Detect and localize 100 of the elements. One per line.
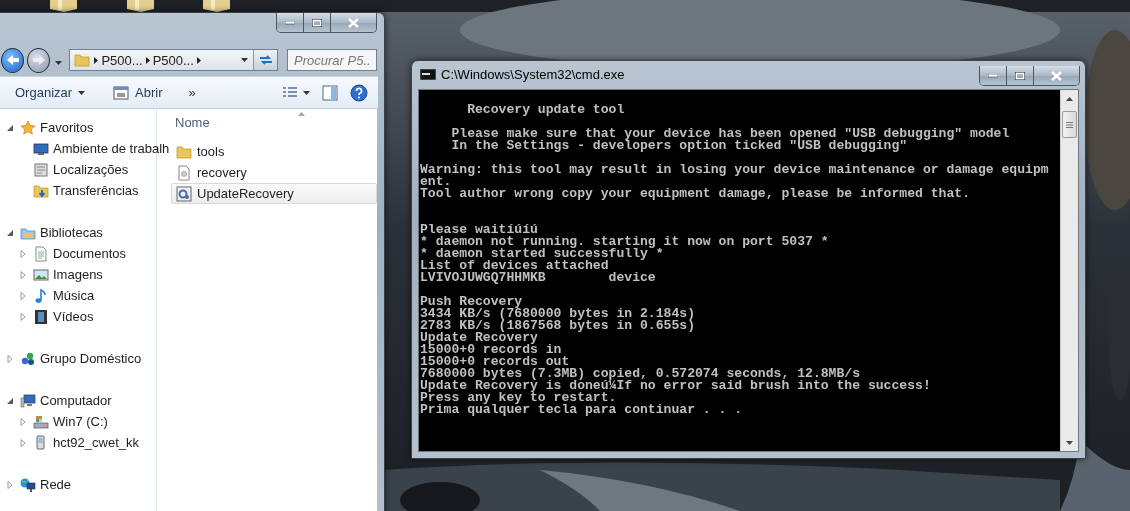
nav-item[interactable]: Música [53, 288, 95, 303]
nav-item[interactable]: Grupo Doméstico [40, 351, 142, 366]
expander-icon[interactable] [6, 123, 14, 132]
file-item[interactable]: tools [171, 141, 377, 162]
caret-icon [241, 58, 248, 62]
console-line: ent. [420, 176, 452, 188]
scrollbar-track[interactable] [1060, 90, 1078, 451]
folder-icon [176, 143, 192, 160]
minimize-icon [285, 20, 295, 25]
expander-icon[interactable] [6, 396, 14, 405]
nav-item[interactable]: Ambiente de trabalh [53, 141, 170, 156]
refresh-button[interactable] [253, 50, 277, 70]
nav-item[interactable]: Localizações [53, 162, 129, 177]
maximize-button[interactable] [1007, 66, 1034, 85]
expander-icon[interactable] [6, 228, 14, 237]
minimize-icon [988, 73, 998, 78]
nav-item[interactable]: Favoritos [40, 120, 94, 135]
file-item[interactable]: recovery [171, 162, 377, 183]
window-title: C:\Windows\System32\cmd.exe [441, 67, 625, 82]
back-button[interactable] [1, 47, 25, 73]
console-line: Recovery update tool [466, 104, 626, 116]
star-icon [20, 119, 36, 136]
folder-icon[interactable] [127, 0, 154, 12]
minimize-button[interactable] [277, 13, 304, 32]
console-line: List of devices attached [420, 260, 609, 272]
orbs-icon [20, 350, 36, 367]
maximize-button[interactable] [304, 13, 331, 32]
down-arrow-icon [1066, 440, 1073, 445]
image-icon [33, 266, 49, 283]
close-icon [1051, 70, 1062, 81]
scrollbar-thumb[interactable] [1062, 111, 1077, 138]
file-item[interactable]: UpdateRecovery [171, 183, 377, 204]
nav-item[interactable]: Rede [40, 477, 72, 492]
folder-icon[interactable] [50, 0, 77, 12]
console-line: Update Recovery is doneú¼If no error said brush into the success! [420, 380, 932, 392]
refresh-icon [258, 54, 273, 66]
folder-icon [74, 52, 91, 68]
caret-icon [78, 90, 86, 95]
caret-icon [55, 60, 63, 65]
grip-icon [1066, 121, 1073, 128]
console-line: Push Recovery [420, 296, 523, 308]
up-arrow-icon [1066, 96, 1073, 101]
forward-button[interactable] [27, 47, 51, 73]
document-icon [33, 245, 49, 262]
console-line: Prima qualquer tecla para continuar . . . [420, 404, 744, 416]
console-line: Tool author wrong copy your equipment damage, please be informed that. [420, 188, 972, 200]
nav-item[interactable]: Transferências [53, 183, 139, 198]
caret-icon [303, 90, 310, 95]
console-line: LVIVOJUWGQ7HHMKB device [420, 272, 657, 284]
breadcrumb-arrow-icon[interactable] [196, 56, 201, 64]
nav-item[interactable]: Computador [40, 393, 112, 408]
gear-file-icon [176, 185, 192, 202]
nav-item[interactable]: Vídeos [53, 309, 94, 324]
minimize-button[interactable] [980, 66, 1007, 85]
breadcrumb[interactable]: P500... [149, 52, 197, 68]
computer-icon [20, 392, 36, 409]
console-line: Warning: this tool may result in losing your device maintenance or damage equipm [420, 164, 1050, 176]
app-window-icon [113, 84, 130, 101]
globe-monitor-icon [20, 476, 36, 493]
more-button[interactable]: » [182, 82, 202, 103]
preview-pane-icon [322, 84, 338, 101]
breadcrumb[interactable]: P500... [98, 52, 146, 68]
window-icon [33, 161, 49, 178]
console-line: 15000+0 records out [420, 356, 570, 368]
console-icon [420, 69, 436, 80]
breadcrumb-arrow-icon[interactable] [94, 56, 99, 64]
folder-icon[interactable] [203, 0, 230, 12]
nav-item[interactable]: Bibliotecas [40, 225, 103, 240]
console-line: 7680000 bytes (7.3MB) copied, 0.572074 seconds, 12.8MB/s [420, 368, 862, 380]
sort-arrow-icon [298, 112, 305, 116]
help-icon [350, 83, 368, 102]
console-line: In the Settings - developers option ticked "USB debugging" [450, 140, 908, 152]
list-view-icon [283, 86, 297, 99]
close-icon [348, 17, 359, 28]
maximize-icon [1015, 71, 1025, 80]
open-button[interactable]: Abrir [107, 81, 169, 104]
console-line: 2783 KB/s (1867568 bytes in 0.655s) [420, 320, 696, 332]
film-icon [33, 308, 49, 325]
column-header[interactable]: Nome [175, 114, 210, 130]
forward-arrow-icon [31, 54, 46, 66]
nav-item[interactable]: hct92_cwet_kk [53, 435, 139, 450]
console-line: 15000+0 records in [420, 344, 562, 356]
nav-item[interactable]: Documentos [53, 246, 126, 261]
console-line: * daemon not running. starting it now on port 5037 * [420, 236, 830, 248]
console-line: * daemon started successfully * [420, 248, 665, 260]
nav-item[interactable]: Imagens [53, 267, 103, 282]
console-line: Press any key to restart. [420, 392, 618, 404]
console-line: 3434 KB/s (7680000 bytes in 2.184s) [420, 308, 696, 320]
breadcrumb-arrow-icon[interactable] [145, 56, 150, 64]
address-bar[interactable]: P500... P500... [69, 49, 278, 71]
drive-icon [33, 413, 49, 430]
music-note-icon [33, 287, 49, 304]
file-icon [176, 164, 192, 181]
search-field[interactable]: Procurar P5... [287, 49, 377, 71]
console-line: Please make sure that your device has been opened "USB debugging" model [450, 128, 1011, 140]
back-arrow-icon [5, 54, 20, 66]
console-line: Update Recovery [420, 332, 538, 344]
organize-button[interactable]: Organizar [9, 82, 92, 103]
folder-arrow-icon [33, 182, 49, 199]
nav-item[interactable]: Win7 (C:) [53, 414, 108, 429]
